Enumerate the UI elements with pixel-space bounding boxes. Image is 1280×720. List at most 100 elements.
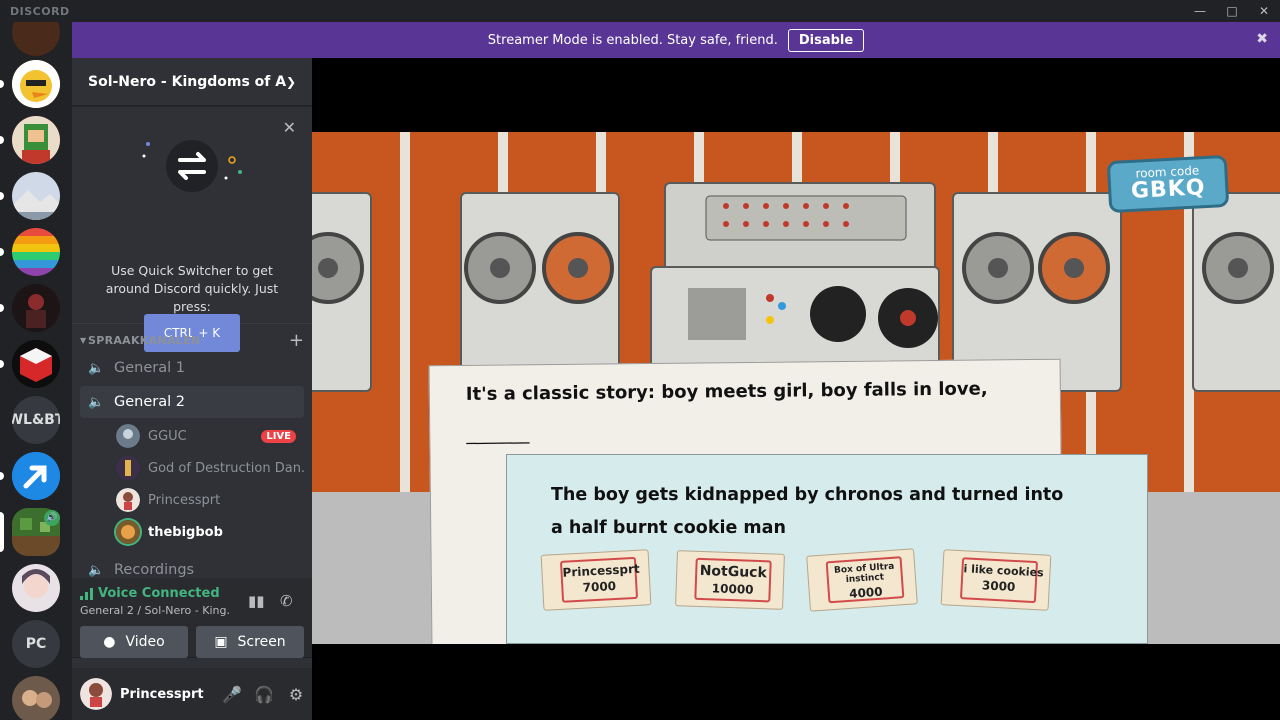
tape-reel — [962, 232, 1034, 304]
add-channel-icon[interactable]: + — [289, 330, 304, 351]
disable-streamer-button[interactable]: Disable — [787, 28, 865, 52]
category-name: SPRAAKKANALEN — [88, 333, 201, 347]
cube-logo-icon — [12, 340, 60, 388]
server-icon[interactable] — [12, 116, 60, 164]
close-icon[interactable]: ✖ — [1256, 31, 1268, 47]
channel-sidebar: Sol-Nero - Kingdoms of A... ❯ ✕ Use Quic… — [72, 58, 312, 720]
screen-icon: ▣ — [214, 634, 228, 650]
avatar — [116, 456, 140, 480]
speaker-badge-icon: 🔊 — [44, 510, 60, 526]
voice-channel-path[interactable]: General 2 / Sol-Nero - King... — [80, 604, 230, 617]
voice-connection-panel: Voice Connected General 2 / Sol-Nero - K… — [72, 578, 312, 658]
voice-user-speaking[interactable]: thebigbob — [116, 519, 304, 545]
server-header[interactable]: Sol-Nero - Kingdoms of A... ❯ — [72, 58, 312, 106]
app-brand: DISCORD — [10, 4, 70, 18]
unread-pill — [0, 80, 4, 88]
channel-name: General 2 — [114, 394, 185, 410]
control-panel — [664, 182, 936, 272]
microphone-icon[interactable]: 🎤 — [216, 685, 248, 704]
server-icon[interactable] — [12, 340, 60, 388]
unread-pill — [0, 136, 4, 144]
server-list: WL&BT 🔊 PC — [0, 22, 72, 720]
channel-name: Recordings — [114, 562, 195, 578]
voice-user-name: thebigbob — [148, 524, 223, 540]
soundboard-icon[interactable]: ▮▮ — [248, 592, 265, 610]
player-name: Princessprt — [562, 561, 640, 580]
disconnect-icon[interactable]: ✆ — [280, 592, 293, 610]
channel-name: General 1 — [114, 360, 185, 376]
game-screen: room code GBKQ It's a classic story: boy… — [312, 132, 1280, 644]
group-photo-icon — [12, 676, 60, 720]
tape-reel — [1202, 232, 1274, 304]
score-ticket: i like cookies 3000 — [940, 549, 1052, 611]
close-window-icon[interactable]: ✕ — [1248, 0, 1280, 22]
live-badge: LIVE — [261, 429, 296, 443]
minimize-icon[interactable]: — — [1184, 0, 1216, 22]
camera-icon: ● — [103, 634, 116, 650]
voice-user[interactable]: GGUC LIVE — [116, 423, 304, 449]
unread-pill — [0, 192, 4, 200]
unread-pill — [0, 248, 4, 256]
pixel-art-icon — [12, 116, 60, 164]
server-icon[interactable] — [12, 676, 60, 720]
window-controls: — □ ✕ — [1184, 0, 1280, 22]
player-score: 7000 — [582, 578, 617, 595]
score-ticket: NotGuck 10000 — [675, 550, 785, 610]
server-icon[interactable] — [12, 452, 60, 500]
player-score: 10000 — [711, 581, 754, 597]
unread-pill — [0, 360, 4, 368]
dark-fantasy-icon — [12, 284, 60, 332]
channel-general-1[interactable]: 🔈 General 1 — [80, 352, 304, 384]
server-icon[interactable] — [12, 228, 60, 276]
anime-art-icon — [12, 564, 60, 612]
server-icon[interactable] — [12, 284, 60, 332]
server-icon[interactable] — [12, 172, 60, 220]
knob-panel-icon — [705, 195, 907, 241]
arrow-up-right-icon — [12, 452, 60, 500]
player-score: 3000 — [981, 578, 1016, 595]
server-name: Sol-Nero - Kingdoms of A... — [88, 73, 286, 90]
channel-general-2[interactable]: 🔈 General 2 — [80, 386, 304, 418]
stream-viewer[interactable]: room code GBKQ It's a classic story: boy… — [312, 58, 1280, 720]
sparkle-icon — [142, 142, 242, 180]
streamer-mode-message: Streamer Mode is enabled. Stay safe, fri… — [487, 32, 778, 48]
server-wlbt[interactable]: WL&BT — [12, 396, 60, 444]
server-icon[interactable] — [12, 22, 60, 56]
voice-user-name: Princessprt — [148, 492, 221, 508]
video-button[interactable]: ● Video — [80, 626, 188, 658]
room-code-sign: room code GBKQ — [1106, 154, 1230, 214]
user-panel: Princessprt 🎤 🎧 ⚙ — [72, 668, 312, 720]
server-icon[interactable] — [12, 564, 60, 612]
gear-icon[interactable]: ⚙ — [280, 685, 312, 704]
tape-reel — [1038, 232, 1110, 304]
tape-reel — [464, 232, 536, 304]
headphones-icon[interactable]: 🎧 — [248, 685, 280, 704]
screen-share-button[interactable]: ▣ Screen — [196, 626, 304, 658]
answer-card: The boy gets kidnapped by chronos and tu… — [506, 454, 1148, 644]
voice-user[interactable]: Princessprt — [116, 487, 304, 513]
quick-switcher-text: Use Quick Switcher to get around Discord… — [105, 263, 279, 314]
voice-status: Voice Connected — [80, 586, 220, 601]
player-name: NotGuck — [699, 562, 768, 582]
avatar[interactable] — [80, 678, 112, 710]
voice-user-name: God of Destruction Dan... — [148, 460, 304, 476]
username: Princessprt — [120, 686, 204, 702]
speaker-icon: 🔈 — [88, 360, 105, 376]
unread-pill — [0, 304, 4, 312]
category-header[interactable]: ▼ SPRAAKKANALEN + — [72, 330, 312, 351]
avatar — [116, 488, 140, 512]
avatar — [116, 424, 140, 448]
speaker-icon: 🔈 — [88, 394, 105, 410]
player-score: 4000 — [848, 584, 884, 601]
room-code: GBKQ — [1130, 175, 1207, 204]
voice-user[interactable]: God of Destruction Dan... — [116, 455, 304, 481]
server-pc[interactable]: PC — [12, 620, 60, 668]
voice-user-name: GGUC — [148, 428, 187, 444]
duck-icon — [12, 60, 60, 108]
server-icon[interactable] — [12, 60, 60, 108]
maximize-icon[interactable]: □ — [1216, 0, 1248, 22]
answer-text: The boy gets kidnapped by chronos and tu… — [551, 485, 1064, 538]
close-icon[interactable]: ✕ — [283, 118, 296, 137]
tape-reel — [542, 232, 614, 304]
chevron-down-icon: ❯ — [285, 74, 296, 89]
